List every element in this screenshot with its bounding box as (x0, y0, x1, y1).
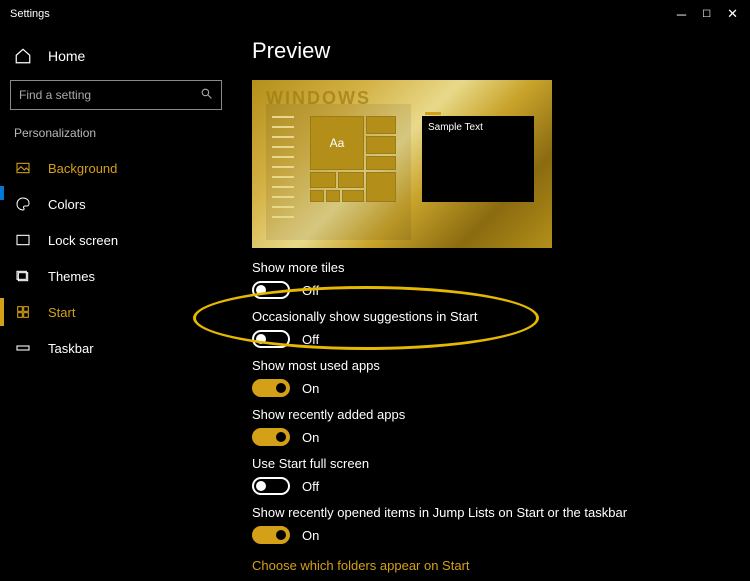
toggle-full-screen[interactable] (252, 477, 290, 495)
setting-recently-added: Show recently added apps On (252, 407, 730, 446)
setting-label: Show recently opened items in Jump Lists… (252, 505, 730, 520)
setting-most-used: Show most used apps On (252, 358, 730, 397)
home-label: Home (48, 48, 85, 64)
minimize-button[interactable]: ─ (677, 7, 686, 22)
sidebar: Home Find a setting Personalization Back… (0, 28, 232, 581)
sidebar-item-taskbar[interactable]: Taskbar (0, 330, 232, 366)
toggle-state: Off (302, 479, 319, 494)
search-input[interactable]: Find a setting (10, 80, 222, 110)
toggle-state: On (302, 528, 319, 543)
themes-icon (14, 267, 32, 285)
maximize-button[interactable]: ☐ (702, 9, 711, 20)
toggle-suggestions[interactable] (252, 330, 290, 348)
choose-folders-link[interactable]: Choose which folders appear on Start (252, 558, 470, 573)
sidebar-item-label: Lock screen (48, 233, 118, 248)
page-title: Preview (252, 38, 730, 64)
setting-suggestions: Occasionally show suggestions in Start O… (252, 309, 730, 348)
sidebar-item-themes[interactable]: Themes (0, 258, 232, 294)
main-panel: Preview WINDOWS Aa Sample Text Show more… (232, 28, 750, 581)
setting-jump-lists: Show recently opened items in Jump Lists… (252, 505, 730, 544)
toggle-state: On (302, 430, 319, 445)
setting-label: Occasionally show suggestions in Start (252, 309, 730, 324)
preview-start-list (272, 116, 294, 226)
toggle-state: Off (302, 283, 319, 298)
setting-label: Show recently added apps (252, 407, 730, 422)
sidebar-item-background[interactable]: Background (0, 150, 232, 186)
palette-icon (14, 195, 32, 213)
preview-tile-aa: Aa (310, 116, 364, 170)
sidebar-item-lockscreen[interactable]: Lock screen (0, 222, 232, 258)
toggle-recently-added[interactable] (252, 428, 290, 446)
toggle-jump-lists[interactable] (252, 526, 290, 544)
preview-window: Sample Text (422, 116, 534, 202)
setting-full-screen: Use Start full screen Off (252, 456, 730, 495)
preview-window-text: Sample Text (422, 116, 534, 139)
close-button[interactable]: ✕ (727, 6, 738, 22)
setting-label: Show most used apps (252, 358, 730, 373)
sidebar-item-label: Start (48, 305, 75, 320)
toggle-most-used[interactable] (252, 379, 290, 397)
lockscreen-icon (14, 231, 32, 249)
search-placeholder: Find a setting (19, 88, 91, 102)
start-icon (14, 303, 32, 321)
sidebar-item-start[interactable]: Start (0, 294, 232, 330)
setting-label: Show more tiles (252, 260, 730, 275)
sidebar-item-label: Colors (48, 197, 86, 212)
sidebar-item-label: Taskbar (48, 341, 94, 356)
setting-show-more-tiles: Show more tiles Off (252, 260, 730, 299)
taskbar-icon (14, 339, 32, 357)
home-icon (14, 47, 32, 65)
setting-label: Use Start full screen (252, 456, 730, 471)
window-title: Settings (10, 8, 50, 20)
start-preview: WINDOWS Aa Sample Text (252, 80, 552, 248)
sidebar-item-label: Background (48, 161, 117, 176)
picture-icon (14, 159, 32, 177)
search-icon (200, 87, 213, 103)
sidebar-item-label: Themes (48, 269, 95, 284)
toggle-state: On (302, 381, 319, 396)
preview-start-menu: Aa (266, 104, 411, 240)
toggle-state: Off (302, 332, 319, 347)
window-controls: ─ ☐ ✕ (677, 6, 750, 22)
sidebar-item-colors[interactable]: Colors (0, 186, 232, 222)
section-header: Personalization (0, 124, 232, 150)
toggle-show-more-tiles[interactable] (252, 281, 290, 299)
title-bar: Settings ─ ☐ ✕ (0, 0, 750, 28)
home-nav[interactable]: Home (0, 36, 232, 76)
